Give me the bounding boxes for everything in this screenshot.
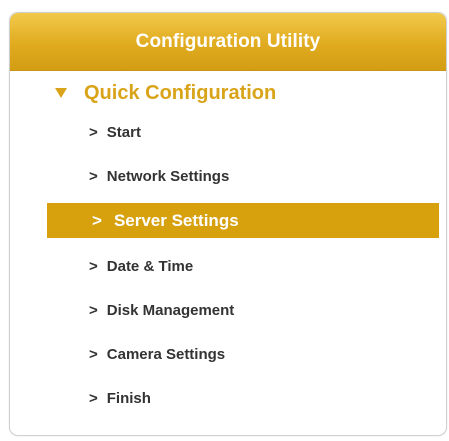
- chevron-right-icon: >: [89, 302, 98, 319]
- nav-item-start[interactable]: > Start: [47, 115, 439, 150]
- nav-item-label: Date & Time: [106, 258, 194, 275]
- section-quick-configuration[interactable]: Quick Configuration: [10, 77, 446, 109]
- triangle-down-icon: [55, 88, 67, 98]
- nav-item-disk-management[interactable]: > Disk Management: [47, 293, 439, 328]
- nav-item-date-time[interactable]: > Date & Time: [47, 249, 439, 284]
- nav-item-finish[interactable]: > Finish: [47, 381, 439, 416]
- nav-item-label: Server Settings: [113, 210, 239, 230]
- nav-item-network-settings[interactable]: > Network Settings: [47, 159, 439, 194]
- panel-title: Configuration Utility: [135, 30, 321, 52]
- chevron-right-icon: >: [92, 210, 102, 230]
- chevron-right-icon: >: [89, 168, 98, 185]
- section-label: Quick Configuration: [84, 81, 277, 104]
- nav-item-label: Start: [106, 124, 141, 141]
- chevron-right-icon: >: [89, 124, 98, 141]
- panel-header: Configuration Utility: [10, 13, 446, 71]
- nav-item-label: Camera Settings: [106, 346, 226, 363]
- chevron-right-icon: >: [89, 346, 98, 363]
- chevron-right-icon: >: [89, 390, 98, 407]
- nav-item-label: Network Settings: [106, 168, 230, 185]
- configuration-panel: Configuration Utility Quick Configuratio…: [9, 12, 447, 436]
- nav-item-label: Finish: [106, 390, 151, 407]
- nav-item-camera-settings[interactable]: > Camera Settings: [47, 337, 439, 372]
- chevron-right-icon: >: [89, 258, 98, 275]
- nav-item-server-settings[interactable]: > Server Settings: [47, 203, 439, 238]
- nav-item-label: Disk Management: [106, 302, 235, 319]
